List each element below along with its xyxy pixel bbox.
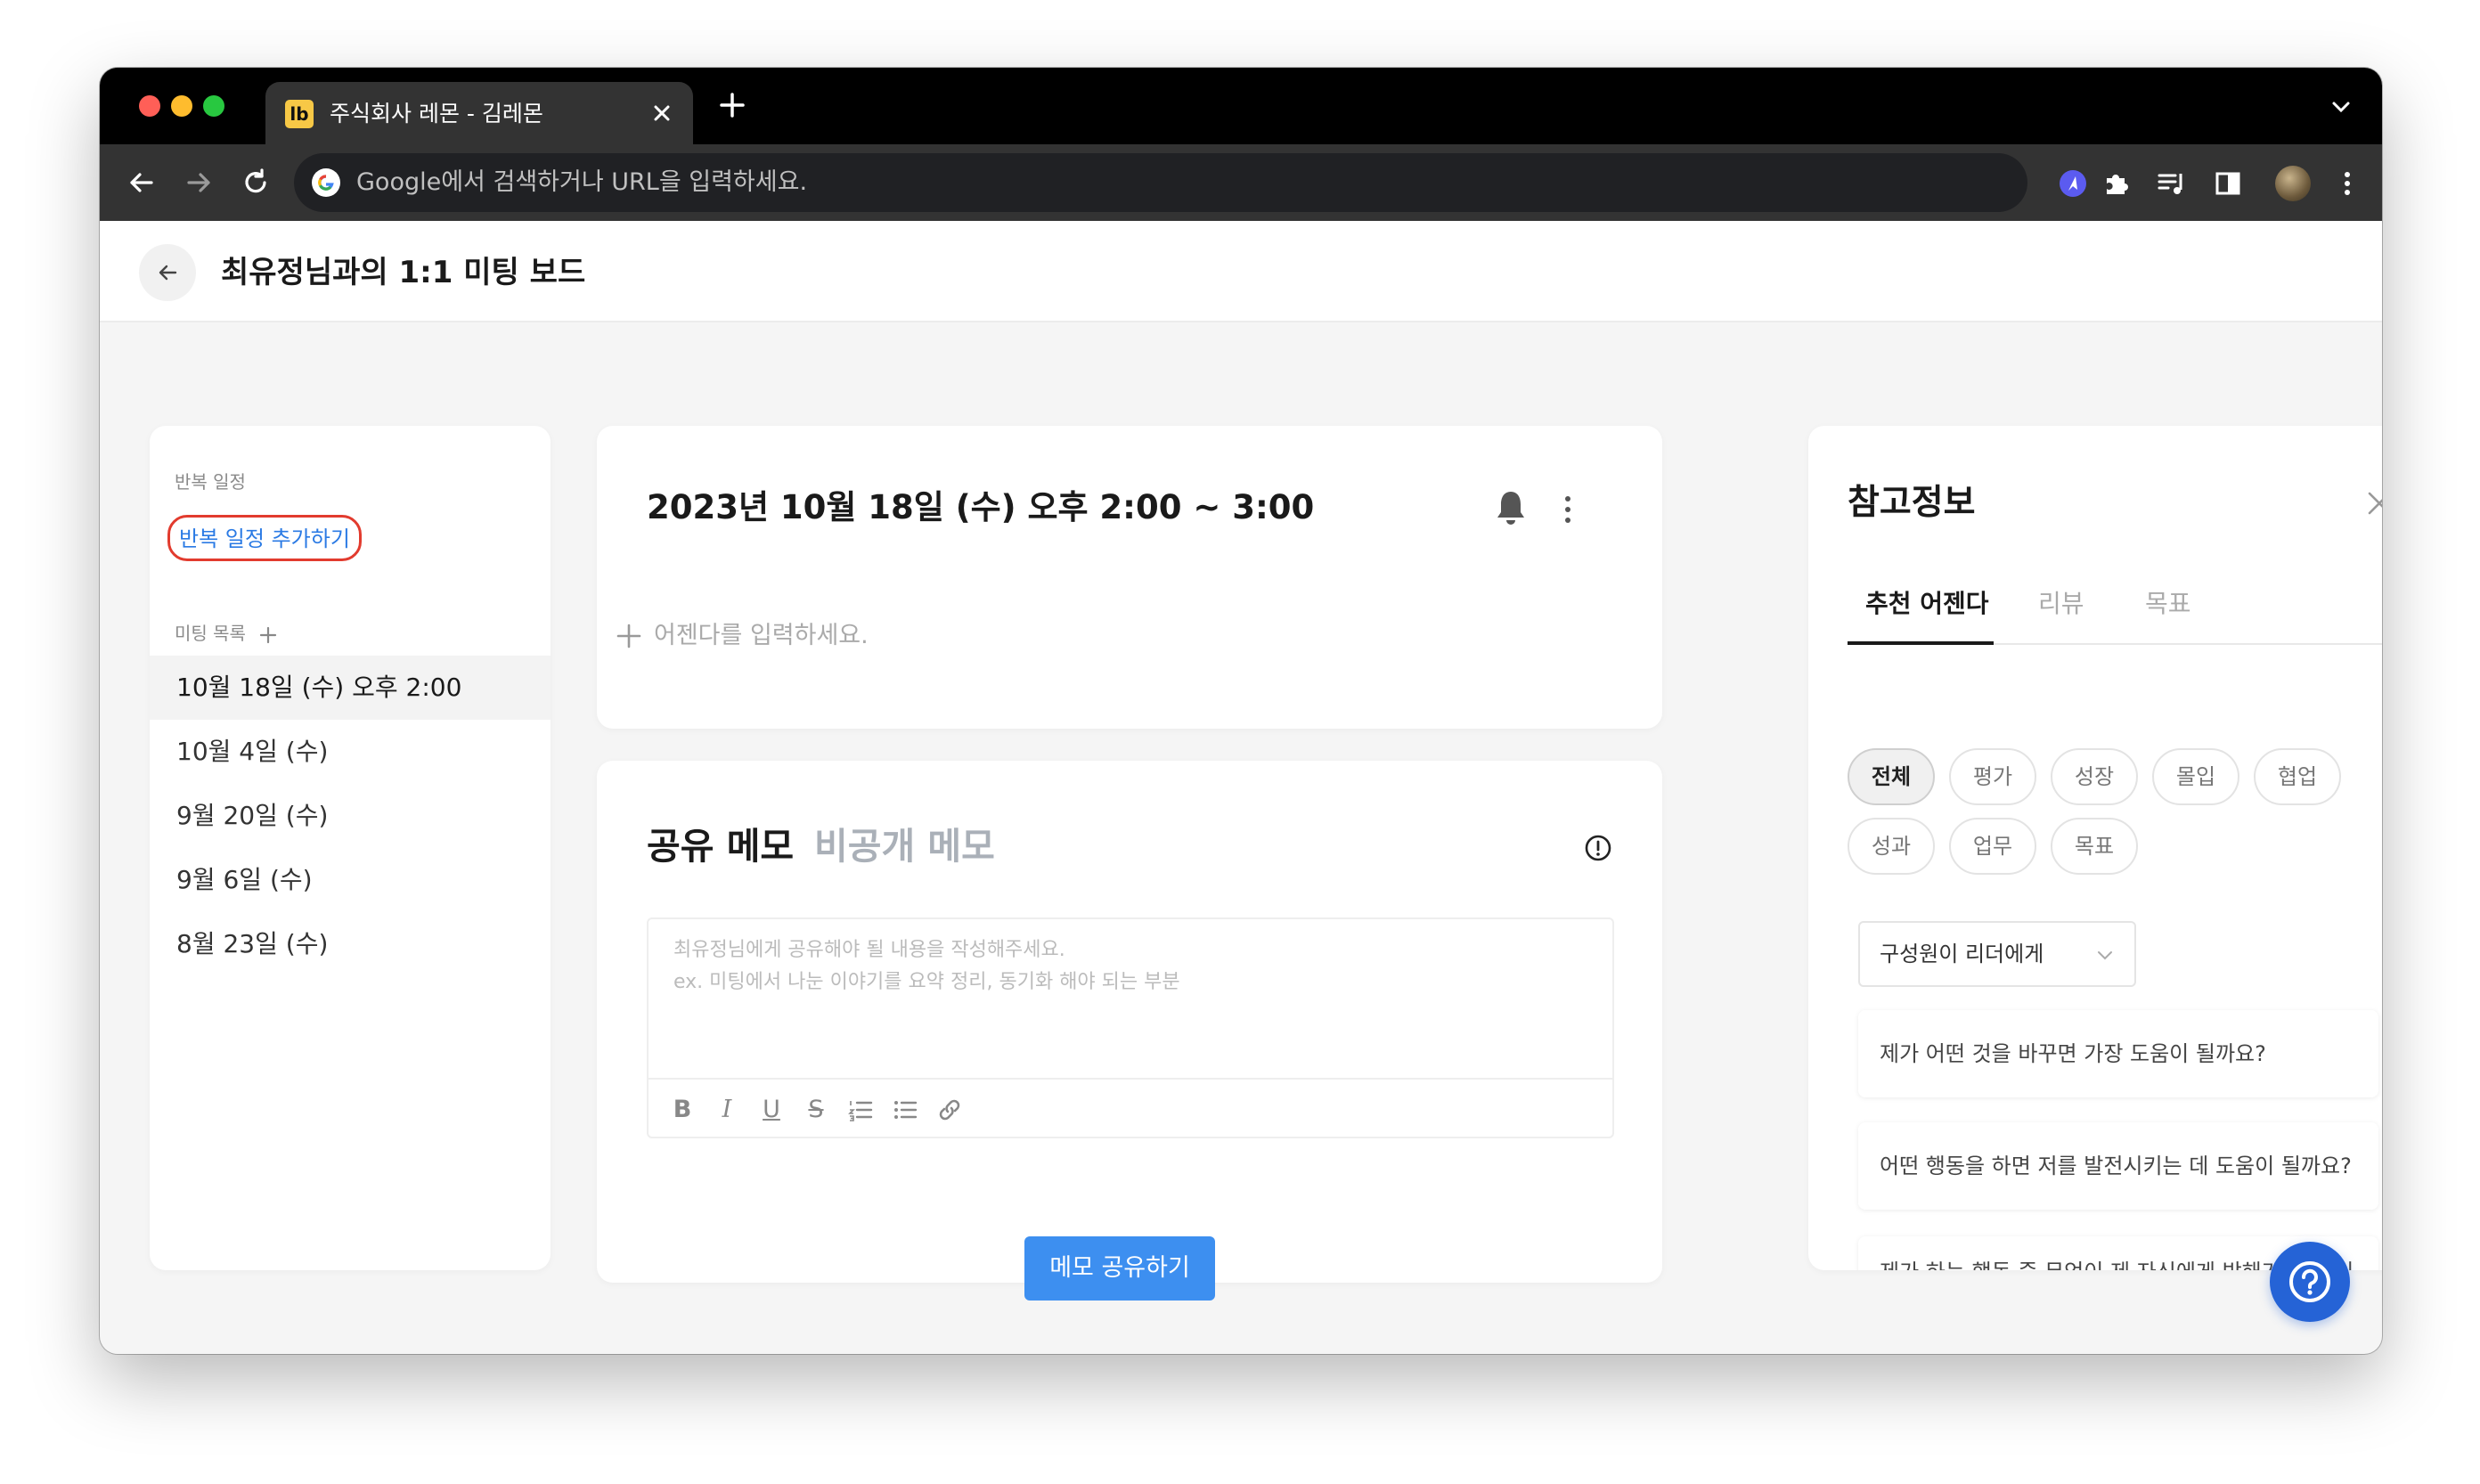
plus-icon[interactable] <box>615 622 643 650</box>
new-tab-icon[interactable] <box>714 87 750 123</box>
page-title: 최유정님과의 1:1 미팅 보드 <box>221 255 586 290</box>
address-placeholder: Google에서 검색하거나 URL을 입력하세요. <box>356 168 808 196</box>
memo-editor[interactable]: 최유정님에게 공유해야 될 내용을 작성해주세요. ex. 미팅에서 나눈 이야… <box>647 917 1614 1138</box>
meeting-list-item[interactable]: 8월 23일 (수) <box>150 912 551 976</box>
strikethrough-button[interactable]: S <box>802 1096 830 1124</box>
info-icon[interactable] <box>1584 834 1612 862</box>
agenda-card: 2023년 10월 18일 (수) 오후 2:00 ~ 3:00 어젠다를 입력… <box>597 426 1662 729</box>
filter-chip[interactable]: 목표 <box>2051 818 2138 875</box>
filter-chip[interactable]: 업무 <box>1949 818 2036 875</box>
filter-chip[interactable]: 성장 <box>2051 748 2138 805</box>
chevron-down-icon <box>2098 951 2112 960</box>
forward-arrow-icon[interactable] <box>180 164 217 201</box>
recurring-schedule-label: 반복 일정 <box>175 471 246 493</box>
tab-recommended-agenda[interactable]: 추천 어젠다 <box>1865 588 1989 620</box>
agenda-input[interactable]: 어젠다를 입력하세요. <box>654 622 869 650</box>
audience-select-value: 구성원이 리더에게 <box>1880 942 2044 966</box>
close-icon[interactable] <box>2364 488 2382 518</box>
close-icon[interactable] <box>647 98 677 128</box>
memo-card: 공유 메모 비공개 메모 최유정님에게 공유해야 될 내용을 작성해주세요. e… <box>597 761 1662 1283</box>
tab-review[interactable]: 리뷰 <box>2038 588 2084 620</box>
meeting-list-item[interactable]: 9월 20일 (수) <box>150 784 551 848</box>
filter-chip[interactable]: 평가 <box>1949 748 2036 805</box>
tab-goals[interactable]: 목표 <box>2145 588 2191 620</box>
bell-icon[interactable] <box>1493 488 1529 527</box>
browser-toolbar: Google에서 검색하거나 URL을 입력하세요. <box>100 144 2382 221</box>
side-panel-icon[interactable] <box>2211 167 2245 200</box>
question-icon <box>2289 1261 2330 1302</box>
add-recurring-schedule-link[interactable]: 반복 일정 추가하기 <box>167 515 362 561</box>
meeting-list-item[interactable]: 10월 4일 (수) <box>150 720 551 784</box>
browser-window: lb 주식회사 레몬 - 김레몬 Google에서 검색하거나 URL을 입력하… <box>100 68 2382 1354</box>
minimize-window-button[interactable] <box>171 95 192 117</box>
active-tab-indicator <box>1848 641 1994 645</box>
bold-button[interactable]: B <box>668 1096 697 1124</box>
filter-chip[interactable]: 몰입 <box>2152 748 2239 805</box>
filter-chip[interactable]: 협업 <box>2254 748 2341 805</box>
agenda-question-card[interactable]: 어떤 행동을 하면 저를 발전시키는 데 도움이 될까요? <box>1858 1122 2378 1210</box>
browser-tab[interactable]: lb 주식회사 레몬 - 김레몬 <box>265 82 693 144</box>
italic-button[interactable]: I <box>713 1096 741 1124</box>
share-memo-button[interactable]: 메모 공유하기 <box>1024 1236 1215 1301</box>
address-bar[interactable]: Google에서 검색하거나 URL을 입력하세요. <box>294 153 2027 212</box>
maximize-window-button[interactable] <box>203 95 224 117</box>
agenda-question-card[interactable]: 제가 어떤 것을 바꾸면 가장 도움이 될까요? <box>1858 1010 2378 1097</box>
puzzle-icon[interactable] <box>2099 167 2133 200</box>
agenda-question-text: 제가 어떤 것을 바꾸면 가장 도움이 될까요? <box>1880 1041 2266 1066</box>
editor-toolbar: B I U S <box>649 1078 1612 1137</box>
page-header: 최유정님과의 1:1 미팅 보드 <box>100 221 2382 322</box>
filter-chip[interactable]: 전체 <box>1848 748 1935 805</box>
extension-compass-icon[interactable] <box>2056 167 2090 200</box>
audience-select[interactable]: 구성원이 리더에게 <box>1858 921 2136 987</box>
profile-avatar[interactable] <box>2275 166 2311 201</box>
underline-button[interactable]: U <box>757 1096 786 1124</box>
google-icon <box>312 168 340 197</box>
meeting-list-item[interactable]: 9월 6일 (수) <box>150 848 551 912</box>
reference-panel: 참고정보 추천 어젠다 리뷰 목표 전체 평가 성장 몰입 협업 성과 업무 목… <box>1808 426 2382 1270</box>
more-vertical-icon[interactable] <box>2330 167 2364 200</box>
reference-title: 참고정보 <box>1848 483 1976 523</box>
back-arrow-icon[interactable] <box>123 164 160 201</box>
meeting-datetime-title: 2023년 10월 18일 (수) 오후 2:00 ~ 3:00 <box>647 488 1315 526</box>
more-vertical-icon[interactable] <box>1561 492 1575 527</box>
reload-icon[interactable] <box>237 164 274 201</box>
agenda-question-text: 어떤 행동을 하면 저를 발전시키는 데 도움이 될까요? <box>1880 1154 2352 1178</box>
ordered-list-icon[interactable] <box>846 1096 875 1124</box>
meeting-list-label: 미팅 목록 <box>175 623 246 644</box>
chevron-down-icon[interactable] <box>2327 93 2355 121</box>
memo-placeholder-line: ex. 미팅에서 나눈 이야기를 요약 정리, 동기화 해야 되는 부분 <box>673 971 1180 993</box>
bullet-list-icon[interactable] <box>891 1096 919 1124</box>
add-meeting-icon[interactable] <box>257 624 280 647</box>
help-button[interactable] <box>2270 1242 2350 1322</box>
tab-bar: lb 주식회사 레몬 - 김레몬 <box>100 68 2382 144</box>
meeting-sidebar: 반복 일정 반복 일정 추가하기 미팅 목록 10월 18일 (수) 오후 2:… <box>150 426 551 1270</box>
memo-placeholder-line: 최유정님에게 공유해야 될 내용을 작성해주세요. <box>673 939 1065 961</box>
meeting-list-item[interactable]: 10월 18일 (수) 오후 2:00 <box>150 656 551 720</box>
link-icon[interactable] <box>935 1096 964 1124</box>
favicon-icon: lb <box>285 100 314 128</box>
tab-private-memo[interactable]: 비공개 메모 <box>814 823 995 869</box>
tab-title: 주식회사 레몬 - 김레몬 <box>330 101 543 126</box>
close-window-button[interactable] <box>139 95 160 117</box>
filter-chip[interactable]: 성과 <box>1848 818 1935 875</box>
back-button[interactable] <box>139 244 196 301</box>
media-control-icon[interactable] <box>2154 167 2188 200</box>
tab-shared-memo[interactable]: 공유 메모 <box>647 823 794 869</box>
back-arrow-icon <box>159 265 177 281</box>
